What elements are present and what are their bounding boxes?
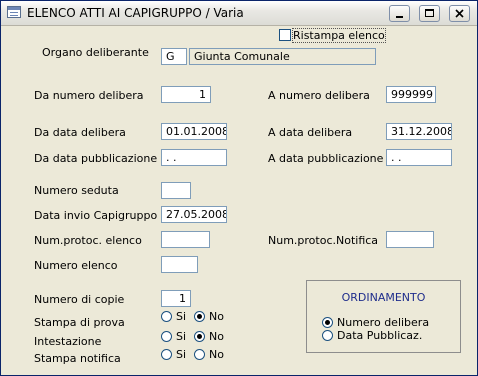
ordinamento-group: ORDINAMENTO Numero delibera Data Pubblic… <box>306 280 461 353</box>
stampa-notifica-label: Stampa notifica <box>34 352 121 365</box>
stampa-notifica-si-label[interactable]: Si <box>176 348 186 361</box>
num-protoc-elenco-field[interactable] <box>161 231 210 248</box>
intestazione-si-radio[interactable] <box>161 331 172 342</box>
numero-elenco-label: Numero elenco <box>34 259 118 272</box>
form-window-icon[interactable] <box>7 6 21 18</box>
da-pubbl-field[interactable]: . . <box>161 149 227 166</box>
a-data-field[interactable]: 31.12.2008 <box>386 123 452 140</box>
ordinamento-title: ORDINAMENTO <box>341 291 426 304</box>
application-window: ELENCO ATTI AI CAPIGRUPPO / Varia Ristam… <box>0 0 478 376</box>
stampa-prova-no-label[interactable]: No <box>209 310 224 323</box>
intestazione-si-label[interactable]: Si <box>176 330 186 343</box>
da-numero-field[interactable]: 1 <box>161 86 211 103</box>
stampa-prova-si-radio[interactable] <box>161 311 172 322</box>
window-title: ELENCO ATTI AI CAPIGRUPPO / Varia <box>27 6 244 20</box>
stampa-prova-no-radio[interactable] <box>194 311 205 322</box>
da-numero-label: Da numero delibera <box>34 89 144 102</box>
numero-copie-label: Numero di copie <box>34 293 125 306</box>
a-numero-label: A numero delibera <box>268 89 370 102</box>
ordinamento-numero-label[interactable]: Numero delibera <box>337 316 429 329</box>
minimize-button[interactable] <box>389 5 410 22</box>
da-data-label: Da data delibera <box>34 126 126 139</box>
form-body: Ristampa elenco Organo deliberante G Giu… <box>4 26 474 372</box>
intestazione-label: Intestazione <box>34 335 102 348</box>
stampa-notifica-no-label[interactable]: No <box>209 348 224 361</box>
title-bar[interactable]: ELENCO ATTI AI CAPIGRUPPO / Varia <box>1 1 477 26</box>
stampa-notifica-si-radio[interactable] <box>161 349 172 360</box>
da-pubbl-label: Da data pubblicazione <box>34 152 158 165</box>
ristampa-elenco-label[interactable]: Ristampa elenco <box>292 28 386 43</box>
num-protoc-notifica-label: Num.protoc.Notifica <box>268 234 379 247</box>
numero-seduta-field[interactable] <box>161 182 191 199</box>
stampa-prova-si-label[interactable]: Si <box>176 310 186 323</box>
numero-elenco-field[interactable] <box>161 256 198 273</box>
ordinamento-data-radio[interactable] <box>322 330 333 341</box>
numero-seduta-label: Numero seduta <box>34 184 119 197</box>
a-numero-field[interactable]: 999999 <box>386 86 436 103</box>
stampa-prova-label: Stampa di prova <box>34 316 125 329</box>
intestazione-no-radio[interactable] <box>194 331 205 342</box>
intestazione-no-label[interactable]: No <box>209 330 224 343</box>
ordinamento-numero-radio[interactable] <box>322 317 333 328</box>
organo-label: Organo deliberante <box>42 46 149 59</box>
close-icon <box>455 9 464 18</box>
maximize-button[interactable] <box>419 5 440 22</box>
ristampa-elenco-checkbox[interactable] <box>279 29 291 41</box>
num-protoc-elenco-label: Num.protoc. elenco <box>34 234 142 247</box>
stampa-notifica-no-radio[interactable] <box>194 349 205 360</box>
organo-code-field[interactable]: G <box>161 48 187 65</box>
a-pubbl-field[interactable]: . . <box>386 149 452 166</box>
data-invio-label: Data invio Capigruppo <box>34 209 158 222</box>
a-data-label: A data delibera <box>268 126 353 139</box>
close-button[interactable] <box>449 5 470 22</box>
organo-name-field: Giunta Comunale <box>189 48 376 65</box>
a-pubbl-label: A data pubblicazione <box>268 152 384 165</box>
data-invio-field[interactable]: 27.05.2008 <box>161 206 227 223</box>
num-protoc-notifica-field[interactable] <box>386 231 434 248</box>
da-data-field[interactable]: 01.01.2008 <box>161 123 227 140</box>
minimize-icon <box>396 16 403 18</box>
numero-copie-field[interactable]: 1 <box>161 290 191 307</box>
maximize-icon <box>425 9 434 17</box>
ordinamento-data-label[interactable]: Data Pubblicaz. <box>337 329 422 342</box>
